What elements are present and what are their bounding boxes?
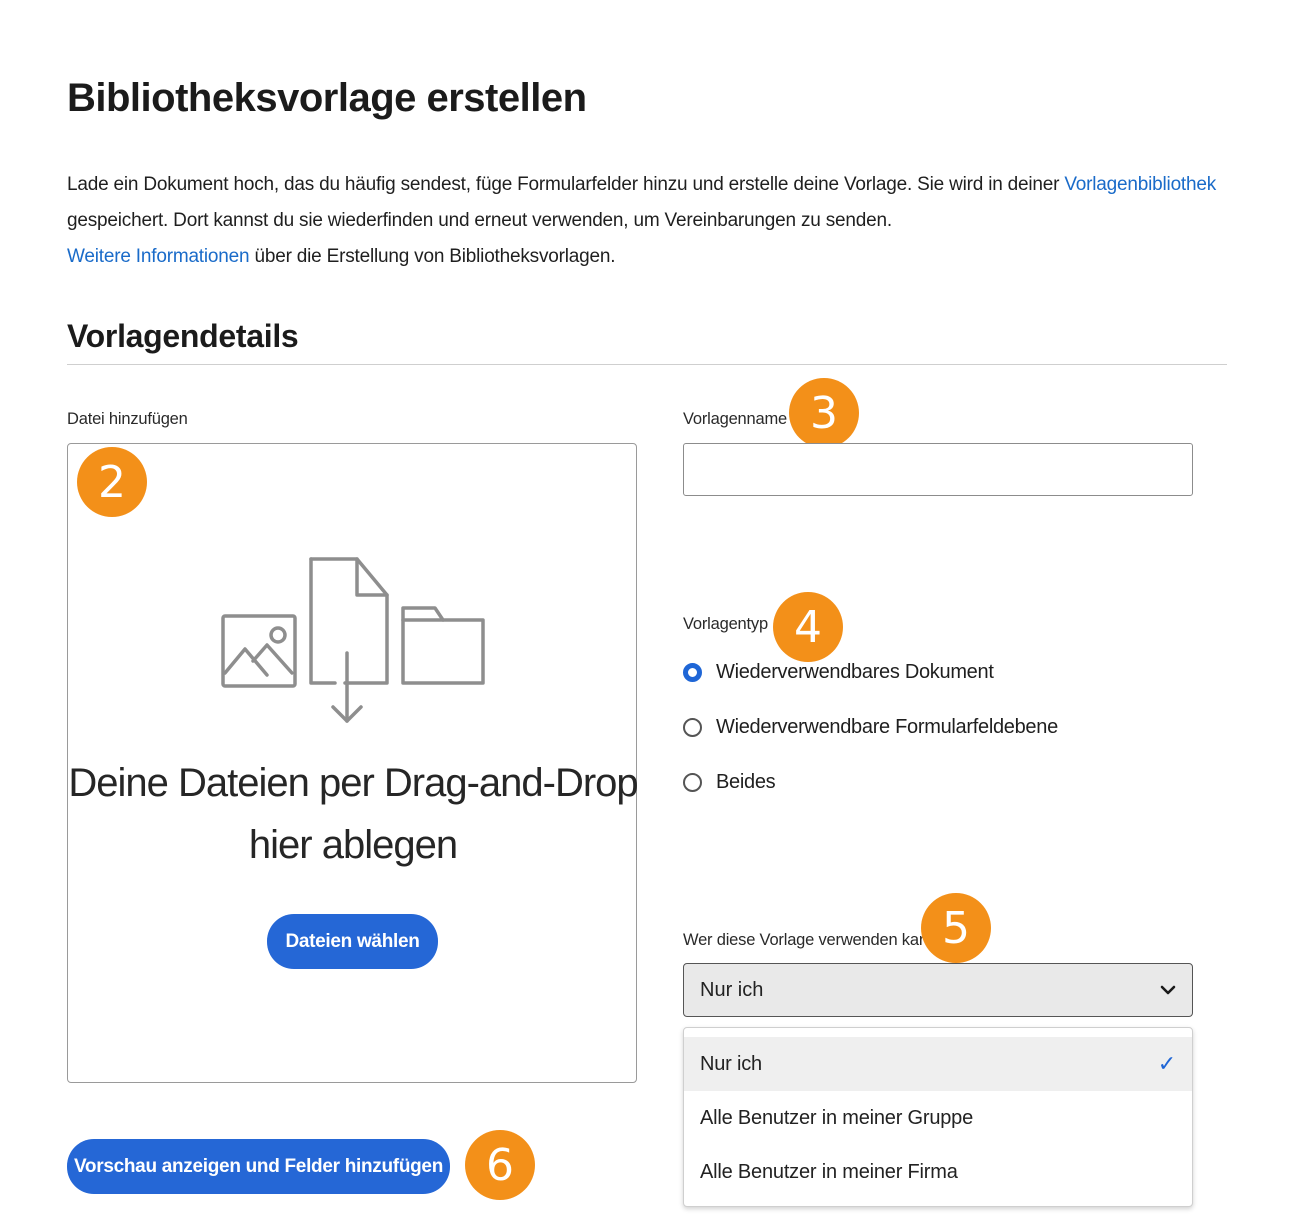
radio-option-both[interactable]: Beides — [683, 771, 776, 794]
menu-item-all-users-company[interactable]: Alle Benutzer in meiner Firma — [684, 1145, 1192, 1199]
section-title: Vorlagendetails — [67, 318, 299, 354]
drop-text-line1: Deine Dateien per Drag-and-Drop — [68, 761, 638, 805]
step-badge-4: 4 — [773, 592, 843, 662]
radio-option-reusable-form-field-layer[interactable]: Wiederverwendbare Formularfeldebene — [683, 716, 1058, 739]
template-name-input[interactable] — [683, 443, 1193, 496]
menu-item-label: Alle Benutzer in meiner Firma — [700, 1160, 958, 1183]
checkmark-icon: ✓ — [1157, 1051, 1176, 1077]
usage-label: Wer diese Vorlage verwenden kann — [683, 931, 937, 949]
radio-option-label: Wiederverwendbares Dokument — [716, 661, 994, 683]
intro-text-2: gespeichert. Dort kannst du sie wiederfi… — [67, 210, 892, 231]
usage-select-value: Nur ich — [700, 978, 764, 1001]
more-info-link[interactable]: Weitere Informationen — [67, 246, 250, 267]
page-title: Bibliotheksvorlage erstellen — [67, 76, 587, 120]
radio-unselected-icon[interactable] — [683, 718, 702, 737]
preview-and-add-fields-button[interactable]: Vorschau anzeigen und Felder hinzufügen — [67, 1139, 450, 1194]
radio-selected-icon[interactable] — [683, 663, 702, 682]
intro-text-1: Lade ein Dokument hoch, das du häufig se… — [67, 174, 1065, 195]
usage-select[interactable]: Nur ich — [683, 963, 1193, 1017]
file-upload-label: Datei hinzufügen — [67, 410, 188, 428]
step-badge-6: 6 — [465, 1130, 535, 1200]
menu-item-only-me[interactable]: Nur ich ✓ — [684, 1037, 1192, 1091]
template-library-link[interactable]: Vorlagenbibliothek — [1064, 174, 1216, 195]
radio-option-label: Wiederverwendbare Formularfeldebene — [716, 716, 1058, 738]
menu-item-label: Alle Benutzer in meiner Gruppe — [700, 1106, 974, 1129]
step-badge-2: 2 — [77, 447, 147, 517]
menu-item-all-users-group[interactable]: Alle Benutzer in meiner Gruppe — [684, 1091, 1192, 1145]
intro-text-3: über die Erstellung von Bibliotheksvorla… — [249, 246, 616, 267]
template-name-label: Vorlagenname — [683, 410, 788, 428]
template-type-label: Vorlagentyp — [683, 615, 768, 633]
drop-instructions: Deine Dateien per Drag-and-Drop hier abl… — [67, 752, 639, 876]
menu-item-label: Nur ich — [700, 1052, 762, 1075]
step-badge-5: 5 — [921, 893, 991, 963]
file-upload-illustration-icon — [221, 557, 485, 723]
radio-option-label: Beides — [716, 771, 776, 793]
radio-unselected-icon[interactable] — [683, 773, 702, 792]
usage-dropdown-menu: Nur ich ✓ Alle Benutzer in meiner Gruppe… — [683, 1027, 1193, 1207]
chevron-down-icon — [1160, 985, 1176, 995]
intro-paragraph: Lade ein Dokument hoch, das du häufig se… — [67, 167, 1257, 275]
radio-option-reusable-document[interactable]: Wiederverwendbares Dokument — [683, 661, 994, 684]
section-divider — [67, 364, 1227, 365]
choose-files-button[interactable]: Dateien wählen — [267, 914, 438, 969]
drop-text-line2: hier ablegen — [248, 823, 458, 867]
step-badge-3: 3 — [789, 378, 859, 448]
